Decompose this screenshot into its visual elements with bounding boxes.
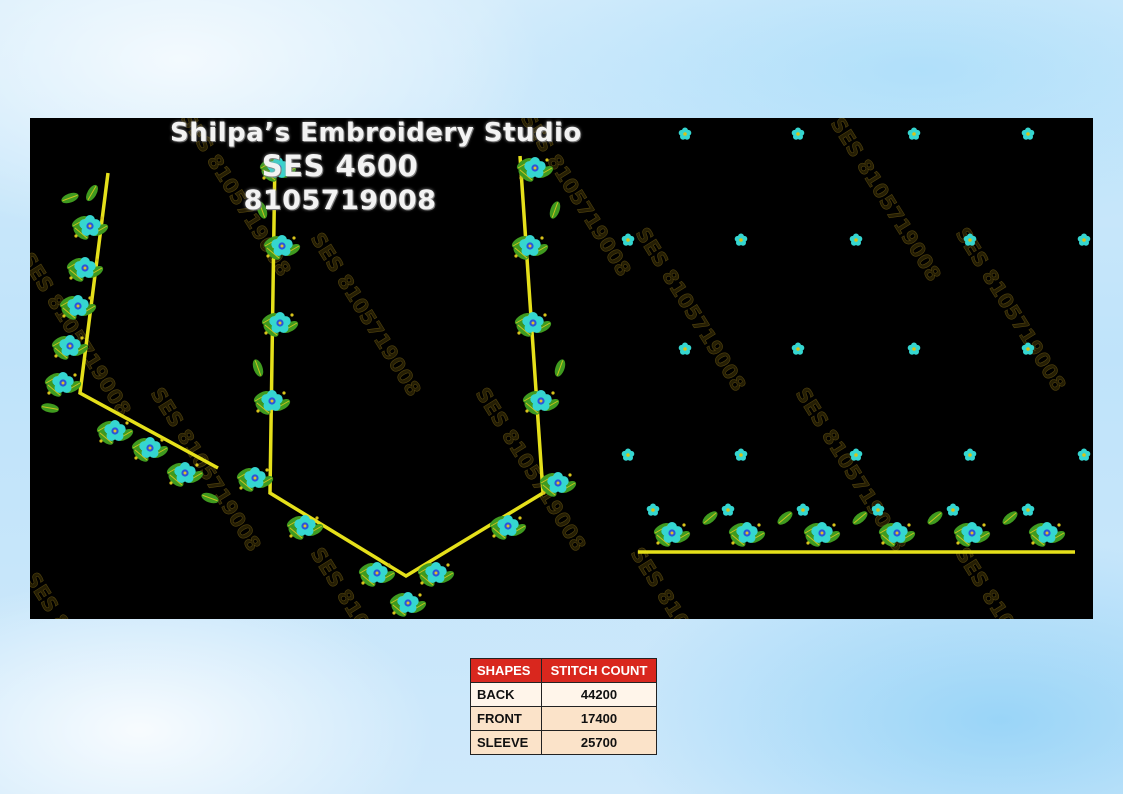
count-cell: 25700 [541, 730, 657, 755]
embroidery-design-preview: SES 8105719008 [30, 118, 1093, 619]
table-row: BACK 44200 [470, 682, 657, 707]
count-cell: 44200 [541, 682, 657, 707]
table-row: SLEEVE 25700 [470, 730, 657, 755]
sleeve-border-design [638, 503, 1075, 554]
shape-cell: SLEEVE [470, 730, 542, 755]
table-header-row: SHAPES STITCH COUNT [470, 658, 657, 683]
shape-cell: FRONT [470, 706, 542, 731]
table-row: FRONT 17400 [470, 706, 657, 731]
count-cell: 17400 [541, 706, 657, 731]
header-shapes: SHAPES [470, 658, 542, 683]
studio-name: Shilpa’s Embroidery Studio [170, 118, 582, 148]
back-neck-design [39, 172, 221, 506]
studio-phone: 8105719008 [243, 185, 437, 216]
header-stitch-count: STITCH COUNT [541, 658, 657, 683]
shape-cell: BACK [470, 682, 542, 707]
stitch-count-table: SHAPES STITCH COUNT BACK 44200 FRONT 174… [470, 658, 657, 755]
watermarks [30, 118, 1072, 619]
design-code: SES 4600 [261, 149, 419, 183]
